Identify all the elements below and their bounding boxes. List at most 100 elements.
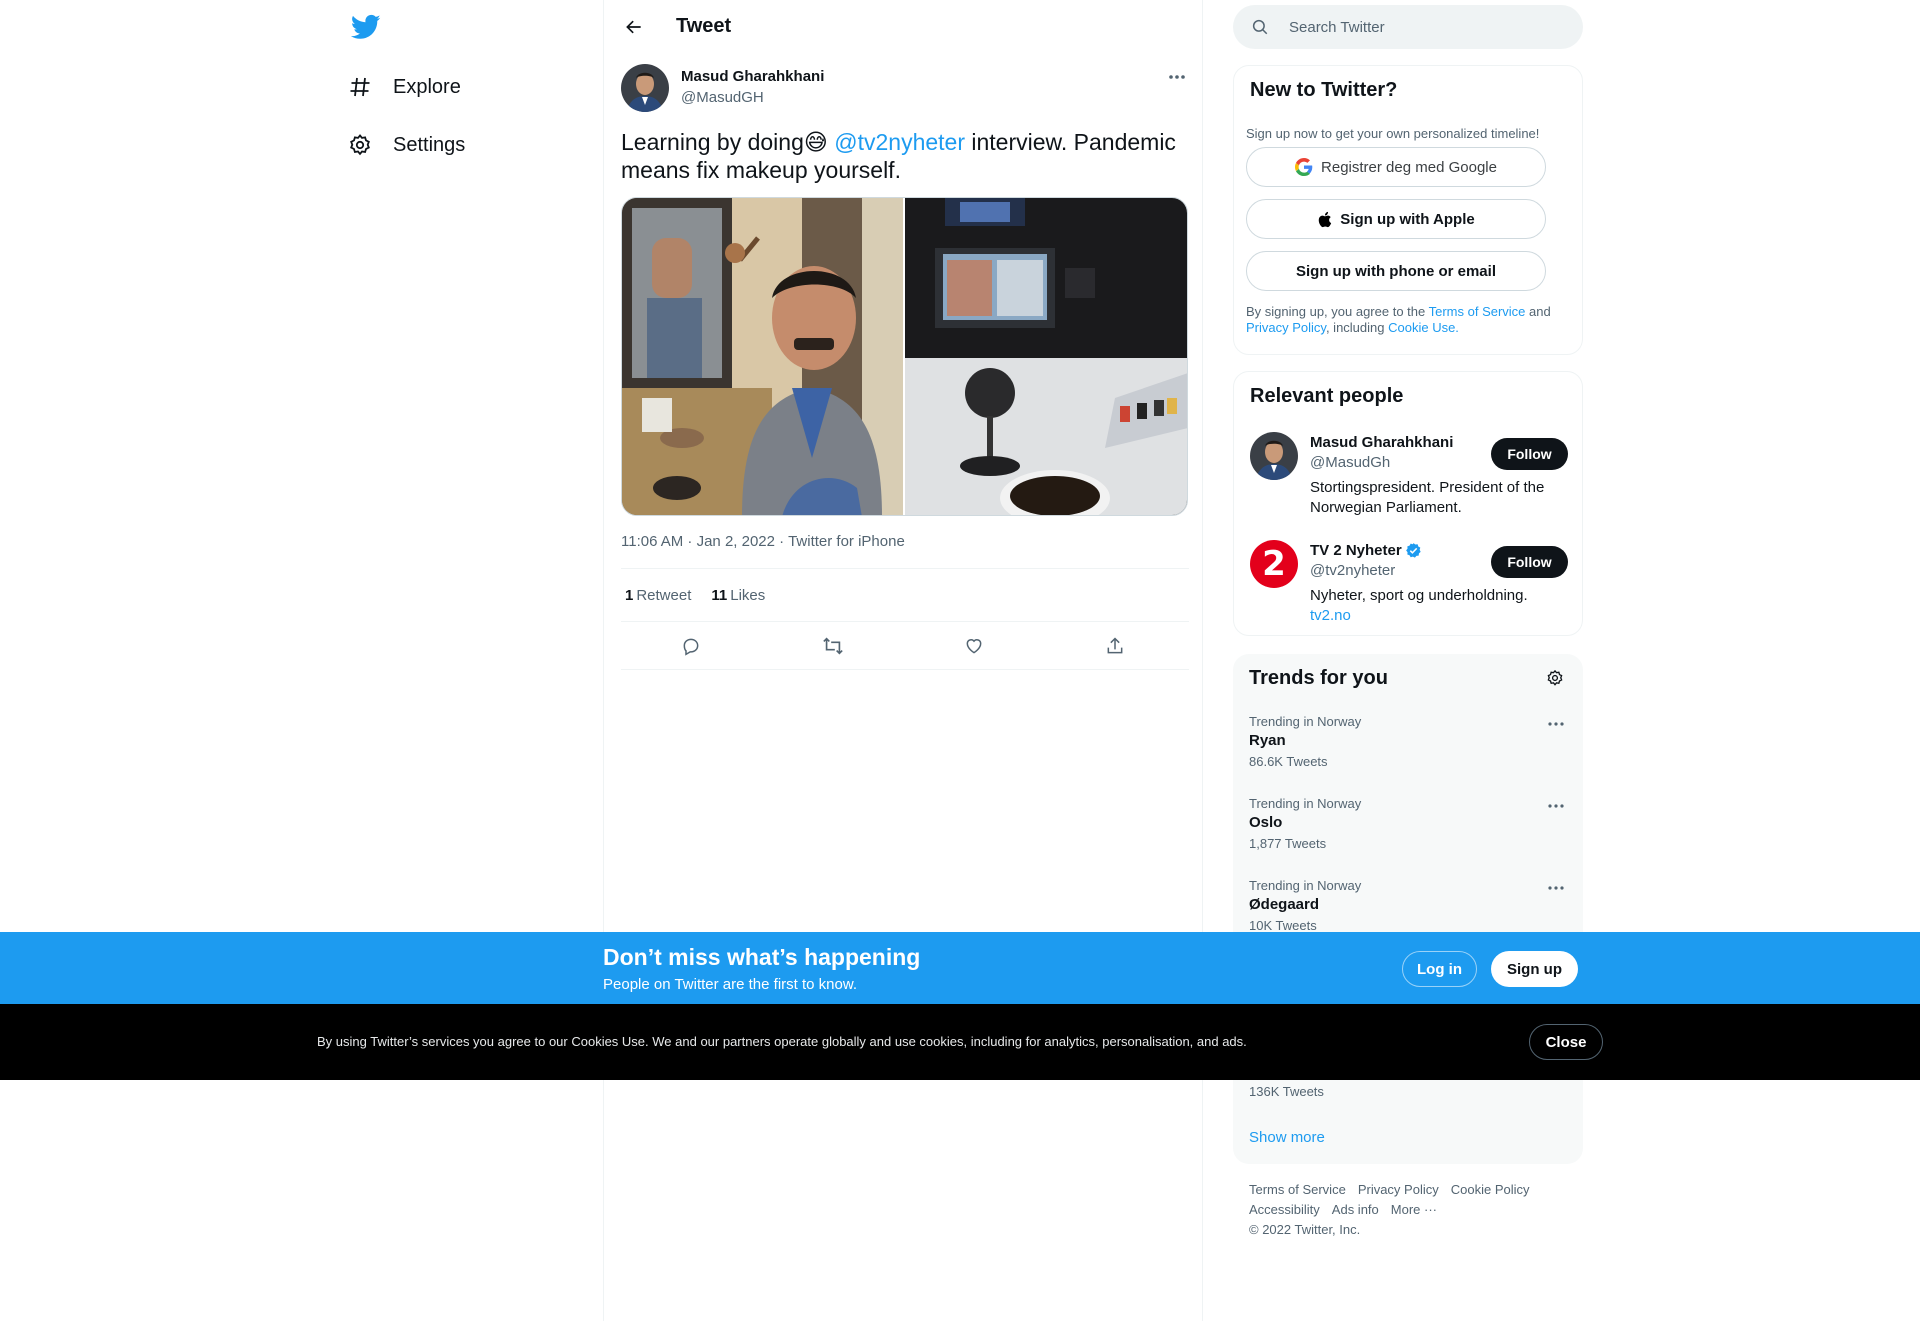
person-link[interactable]: tv2.no [1310,606,1560,626]
twitter-bird-icon[interactable] [350,12,381,42]
signup-title: New to Twitter? [1250,79,1398,101]
cookie-bar: By using Twitter’s services you agree to… [0,1004,1920,1080]
gear-icon [1547,669,1563,686]
person-bio-block: Nyheter, sport og underholdning. tv2.no [1310,586,1560,626]
tweet-timestamp[interactable]: 11:06 AM · Jan 2, 2022 [621,533,775,550]
tweet-header: Tweet [604,0,1204,53]
mention-link[interactable]: @tv2nyheter [834,129,965,155]
terms-link[interactable]: Terms of Service [1429,304,1526,319]
person-name[interactable]: Masud Gharahkhani [1310,434,1453,451]
google-icon [1295,158,1313,176]
cookie-link[interactable]: Cookie Use. [1388,320,1459,335]
tweet-photo-studio[interactable] [904,198,1187,515]
relevant-title: Relevant people [1250,385,1404,407]
tweet-text-start: Learning by doing [621,129,804,155]
nav-item-settings[interactable]: Settings [347,125,465,165]
retweets-stat[interactable]: 1 Retweet [625,587,691,604]
person-name-row[interactable]: TV 2 Nyheter [1310,542,1422,559]
signup-button[interactable]: Sign up [1491,951,1578,987]
tweet-photo-makeup[interactable] [622,198,905,515]
phone-signup-label: Sign up with phone or email [1295,262,1496,280]
trend-count: 136K Tweets [1249,1084,1324,1099]
privacy-link[interactable]: Privacy Policy [1246,320,1326,335]
reply-button[interactable] [679,634,703,658]
share-button[interactable] [1103,634,1127,658]
person-handle[interactable]: @MasudGh [1310,454,1390,471]
tweet-source[interactable]: Twitter for iPhone [788,533,905,550]
nav-item-label: Explore [393,75,461,98]
footer-link[interactable]: More ··· [1391,1202,1437,1217]
more-dots-icon [1548,722,1564,726]
google-signup-button[interactable]: Registrer deg med Google [1246,147,1546,187]
main-column: Tweet Masud Gharahkhani @MasudGH Learnin… [603,0,1203,1321]
search-icon [1251,18,1269,36]
trend-count: 1,877 Tweets [1249,836,1327,851]
verified-badge-icon [1405,542,1422,559]
meta-separator: · [775,533,789,550]
copyright: © 2022 Twitter, Inc. [1249,1222,1361,1237]
footer-link[interactable]: Accessibility [1249,1202,1320,1217]
retweets-count: 1 [625,586,634,604]
cookie-close-button[interactable]: Close [1529,1024,1603,1060]
apple-signup-label: Sign up with Apple [1340,210,1475,228]
more-options-button[interactable] [1164,66,1190,88]
tv2-logo-avatar[interactable]: 2 [1250,540,1298,588]
footer-link[interactable]: Terms of Service [1249,1182,1346,1197]
person-handle[interactable]: @tv2nyheter [1310,562,1395,579]
nav-item-explore[interactable]: Explore [347,67,461,107]
apple-signup-button[interactable]: Sign up with Apple [1246,199,1546,239]
login-button[interactable]: Log in [1402,951,1477,987]
footer-link[interactable]: Ads info [1332,1202,1379,1217]
relevant-people-panel: Relevant people Masud Gharahkhani @Masud… [1233,371,1583,636]
show-more-link[interactable]: Show more [1249,1129,1325,1146]
likes-stat[interactable]: 11 Likes [711,587,765,604]
footer-link[interactable]: Cookie Policy [1451,1182,1530,1197]
retweet-button[interactable] [821,634,845,658]
more-dots-icon [1169,75,1185,79]
signup-banner: Don’t miss what’s happening People on Tw… [0,932,1920,1004]
more-dots-icon [1548,886,1564,890]
trend-more-button[interactable] [1545,880,1567,896]
follow-button[interactable]: Follow [1491,546,1568,578]
avatar[interactable] [1250,432,1298,480]
like-button[interactable] [962,634,986,658]
author-avatar[interactable] [621,64,669,112]
person-card[interactable]: Masud Gharahkhani @MasudGh Follow Storti… [1250,432,1568,522]
tweet-media [621,197,1188,516]
person-bio: Nyheter, sport og underholdning. [1310,587,1528,604]
page-title: Tweet [676,15,732,37]
trends-title: Trends for you [1249,667,1388,689]
signup-panel: New to Twitter? Sign up now to get your … [1233,65,1583,355]
phone-signup-button[interactable]: Sign up with phone or email [1246,251,1546,291]
trends-settings-button[interactable] [1544,667,1566,689]
trend-more-button[interactable] [1545,716,1567,732]
trend-more-button[interactable] [1545,798,1567,814]
trend-count: 10K Tweets [1249,918,1317,933]
trend-name: Ryan [1249,732,1286,749]
author-name[interactable]: Masud Gharahkhani [681,68,824,85]
trend-item[interactable]: Trending in Norway Ryan 86.6K Tweets [1249,714,1567,780]
nav-item-label: Settings [393,133,466,156]
back-button[interactable] [620,13,648,41]
retweets-label: Retweet [636,586,692,604]
tweet-text: Learning by doing😅 @tv2nyheter interview… [621,128,1191,184]
person-bio: Stortingspresident. President of the Nor… [1310,479,1545,516]
trends-panel: Trends for you Trending in Norway Ryan 8… [1233,654,1583,1164]
trend-item-partial[interactable]: 136K Tweets [1249,1084,1567,1104]
share-icon [1107,637,1123,654]
trend-item[interactable]: Trending in Norway Oslo 1,877 Tweets [1249,796,1567,862]
legal-and: and [1525,304,1551,319]
follow-button[interactable]: Follow [1491,438,1568,470]
search-box[interactable] [1233,5,1583,49]
emoji: 😅 [803,129,828,155]
retweet-icon [823,637,843,655]
apple-icon [1317,211,1332,228]
trend-count: 86.6K Tweets [1249,754,1328,769]
footer-link[interactable]: Privacy Policy [1358,1182,1439,1197]
author-handle[interactable]: @MasudGH [681,89,764,106]
search-input[interactable] [1289,5,1569,49]
person-card[interactable]: 2 TV 2 Nyheter @tv2nyheter Follow Nyhete… [1250,540,1568,630]
hashtag-icon [347,74,373,100]
heart-icon [966,639,982,654]
reply-icon [683,638,699,656]
